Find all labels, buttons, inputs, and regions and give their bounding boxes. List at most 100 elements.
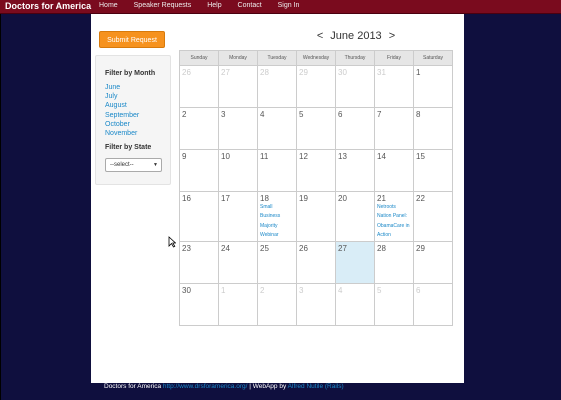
calendar-day-cell[interactable]: 25: [257, 240, 297, 284]
chevron-down-icon: ▼: [153, 162, 158, 168]
event-link[interactable]: Action: [377, 231, 413, 240]
calendar-day-cell[interactable]: 24: [218, 240, 258, 284]
event-link[interactable]: Small: [260, 203, 296, 212]
calendar-day-cell[interactable]: 27: [218, 65, 258, 108]
calendar-day-cell[interactable]: 8: [413, 107, 453, 150]
day-number: 30: [338, 68, 347, 77]
day-number: 25: [260, 243, 269, 253]
day-number: 6: [416, 285, 421, 295]
calendar-day-cell[interactable]: 12: [296, 149, 336, 192]
calendar-day-cell[interactable]: 29: [296, 65, 336, 108]
footer-author-link[interactable]: Alfred Nutile (Rails): [288, 383, 344, 390]
event-link[interactable]: Netroots: [377, 203, 413, 212]
state-select-value: --select--: [110, 162, 134, 168]
calendar-day-cell[interactable]: 18 Small Business Majority Webinar: [257, 191, 297, 242]
calendar-day-cell[interactable]: 5: [296, 107, 336, 150]
calendar-day-cell[interactable]: 5: [374, 282, 414, 326]
weekday-header-thursday: Thursday: [335, 50, 375, 66]
month-link-october[interactable]: October: [105, 121, 130, 128]
day-number: 23: [182, 243, 191, 253]
calendar-day-cell[interactable]: 10: [218, 149, 258, 192]
calendar-day-cell[interactable]: 15: [413, 149, 453, 192]
event-link[interactable]: Webinar: [260, 231, 296, 240]
month-link-november[interactable]: November: [105, 130, 137, 137]
calendar-day-cell[interactable]: 4: [257, 107, 297, 150]
day-number: 28: [377, 243, 386, 253]
day-number: 22: [416, 194, 425, 203]
calendar-day-cell[interactable]: 13: [335, 149, 375, 192]
calendar-day-cell[interactable]: 21 Netroots Nation Panel: ObamaCare in Actio…: [374, 191, 414, 242]
calendar-day-cell[interactable]: 2: [257, 282, 297, 326]
day-number: 12: [299, 152, 308, 161]
day-number: 29: [416, 243, 425, 253]
calendar-grid: Sunday Monday Tuesday Wednesday Thursday Frid…: [179, 50, 453, 326]
calendar-day-cell[interactable]: 19: [296, 191, 336, 242]
month-link-june[interactable]: June: [105, 84, 120, 91]
day-number: 13: [338, 152, 347, 161]
event-link[interactable]: Majority: [260, 222, 296, 231]
main-content: Submit Request Filter by Month June July…: [91, 14, 464, 383]
day-number: 1: [221, 285, 226, 295]
calendar-day-cell[interactable]: 4: [335, 282, 375, 326]
brand-link[interactable]: Doctors for America: [5, 1, 91, 11]
day-number: 3: [221, 110, 226, 119]
calendar-day-cell[interactable]: 30: [179, 282, 219, 326]
calendar-week-row: 9 10 11 12 13 14 15: [179, 149, 453, 192]
calendar-day-cell[interactable]: 1: [218, 282, 258, 326]
month-link-september[interactable]: September: [105, 112, 139, 119]
calendar-day-cell[interactable]: 6: [335, 107, 375, 150]
day-number: 8: [416, 110, 421, 119]
day-number: 18: [260, 194, 269, 203]
calendar-day-cell[interactable]: 28: [374, 240, 414, 284]
nav-contact[interactable]: Contact: [238, 2, 262, 9]
calendar-day-cell[interactable]: 28: [257, 65, 297, 108]
top-navbar: Doctors for America Home Speaker Request…: [0, 0, 561, 14]
calendar-day-cell[interactable]: 27: [335, 240, 375, 284]
prev-month-button[interactable]: <: [317, 30, 323, 42]
day-number: 1: [416, 68, 421, 77]
calendar-day-cell[interactable]: 26: [296, 240, 336, 284]
event-link[interactable]: Business: [260, 212, 296, 221]
event-link[interactable]: Nation Panel:: [377, 212, 413, 221]
day-number: 11: [260, 152, 269, 161]
next-month-button[interactable]: >: [389, 30, 395, 42]
calendar-day-cell[interactable]: 7: [374, 107, 414, 150]
event-link[interactable]: ObamaCare in: [377, 222, 413, 231]
month-link-july[interactable]: July: [105, 93, 117, 100]
calendar-day-cell[interactable]: 1: [413, 65, 453, 108]
calendar-day-cell[interactable]: 22: [413, 191, 453, 242]
calendar-day-cell[interactable]: 23: [179, 240, 219, 284]
nav-help[interactable]: Help: [207, 2, 221, 9]
calendar-day-cell[interactable]: 26: [179, 65, 219, 108]
calendar-day-cell[interactable]: 3: [296, 282, 336, 326]
calendar-day-cell[interactable]: 6: [413, 282, 453, 326]
day-number: 24: [221, 243, 230, 253]
calendar-day-cell[interactable]: 9: [179, 149, 219, 192]
calendar-day-cell[interactable]: 11: [257, 149, 297, 192]
day-number: 5: [377, 285, 382, 295]
calendar-day-cell[interactable]: 30: [335, 65, 375, 108]
day-number: 2: [182, 110, 187, 119]
day-number: 21: [377, 194, 386, 203]
footer-url-link[interactable]: http://www.drsforamerica.org/: [163, 383, 248, 390]
month-list: June July August September October Novem…: [105, 83, 139, 138]
calendar-day-cell[interactable]: 16: [179, 191, 219, 242]
weekday-header-wednesday: Wednesday: [296, 50, 336, 66]
calendar-day-cell[interactable]: 3: [218, 107, 258, 150]
calendar-day-cell[interactable]: 20: [335, 191, 375, 242]
day-number: 4: [260, 110, 265, 119]
day-number: 27: [221, 68, 230, 77]
submit-request-button[interactable]: Submit Request: [99, 31, 165, 48]
state-select[interactable]: --select-- ▼: [105, 158, 162, 172]
calendar-day-cell[interactable]: 2: [179, 107, 219, 150]
calendar-day-cell[interactable]: 31: [374, 65, 414, 108]
calendar-day-cell[interactable]: 17: [218, 191, 258, 242]
month-link-august[interactable]: August: [105, 102, 127, 109]
day-number: 6: [338, 110, 343, 119]
calendar-day-cell[interactable]: 14: [374, 149, 414, 192]
nav-sign-in[interactable]: Sign In: [278, 2, 300, 9]
calendar-day-cell[interactable]: 29: [413, 240, 453, 284]
nav-home[interactable]: Home: [99, 2, 118, 9]
day-number: 17: [221, 194, 230, 203]
nav-speaker-requests[interactable]: Speaker Requests: [134, 2, 192, 9]
